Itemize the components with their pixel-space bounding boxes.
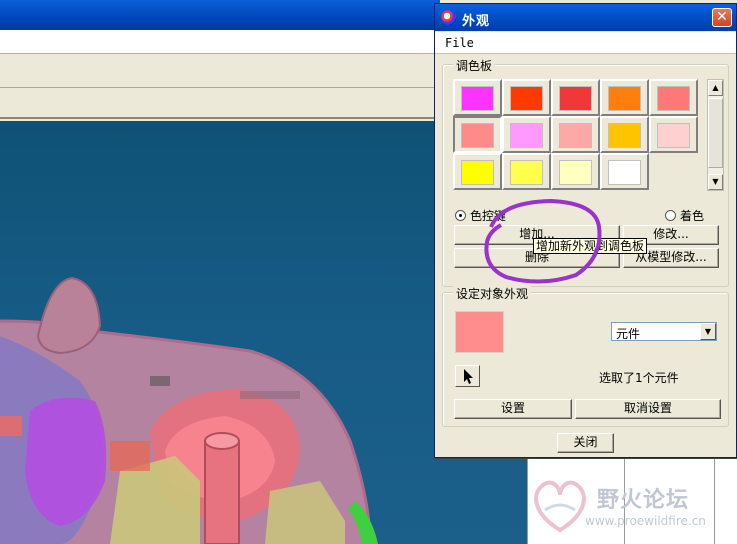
swatch-color (657, 123, 690, 148)
swatch-color (510, 123, 543, 148)
arrow-cursor-icon (464, 369, 473, 384)
watermark-logo-icon (534, 480, 586, 533)
palette-group-legend: 调色板 (453, 57, 496, 74)
swatch-color (510, 86, 543, 111)
swatch-color (461, 123, 494, 148)
palette-swatch[interactable] (502, 79, 551, 116)
menu-file[interactable]: File (445, 36, 474, 50)
swatch-color (657, 86, 690, 111)
watermark-url: www.proewildfire.cn (585, 514, 706, 528)
palette-swatch[interactable] (453, 153, 502, 190)
palette-swatch[interactable] (551, 153, 600, 190)
app-icon (441, 10, 456, 25)
palette-scrollbar[interactable]: ▲ ▼ (707, 79, 724, 191)
appearance-preview-swatch (455, 311, 504, 353)
scroll-down-icon[interactable]: ▼ (708, 174, 723, 190)
watermark-text: 野火论坛 (597, 488, 690, 513)
palette-swatch[interactable] (600, 116, 649, 153)
palette-swatch[interactable] (600, 79, 649, 116)
palette-swatch[interactable] (453, 116, 502, 153)
object-type-value: 元件 (616, 327, 641, 341)
main-toolbar-secondary (0, 89, 440, 119)
scrollbar-thumb[interactable] (708, 98, 723, 168)
close-button[interactable]: 关闭 (557, 433, 614, 453)
dropdown-arrow-icon[interactable]: ▼ (700, 323, 716, 340)
swatch-color (608, 123, 641, 148)
main-titlebar (0, 0, 440, 30)
object-type-select[interactable]: 元件 ▼ (611, 322, 717, 341)
unset-button[interactable]: 取消设置 (575, 399, 721, 419)
color-palette (453, 79, 700, 192)
selection-status: 选取了1个元件 (599, 371, 679, 385)
palette-swatch[interactable] (649, 79, 698, 116)
swatch-color (461, 160, 494, 185)
palette-swatch[interactable] (502, 116, 551, 153)
scroll-up-icon[interactable]: ▲ (708, 80, 723, 96)
watermark: 野火论坛 www.proewildfire.cn (525, 470, 735, 540)
palette-swatch[interactable] (453, 79, 502, 116)
palette-swatch[interactable] (649, 116, 698, 153)
swatch-color (559, 160, 592, 185)
close-icon[interactable]: ✕ (712, 8, 732, 27)
dialog-title: 外观 (462, 14, 491, 29)
swatch-color (559, 86, 592, 111)
palette-group: 调色板 ▲ ▼ 色控键 着色 增加... 修改... 删除 从模型修改... 增… (442, 57, 729, 287)
set-group-legend: 设定对象外观 (453, 285, 532, 302)
highlight-annotation-circle (484, 198, 602, 284)
dialog-titlebar[interactable]: 外观 ✕ (435, 4, 736, 31)
swatch-color (608, 86, 641, 111)
main-menubar (0, 30, 440, 54)
palette-swatch[interactable] (551, 116, 600, 153)
set-button[interactable]: 设置 (454, 399, 572, 419)
appearance-dialog: 外观 ✕ File 调色板 ▲ ▼ 色控键 着色 增加... 修改... 删除 … (434, 3, 737, 458)
radio-shade-label: 着色 (680, 209, 705, 223)
dialog-menubar: File (435, 32, 736, 54)
select-object-button[interactable] (455, 365, 480, 387)
swatch-color (608, 160, 641, 185)
radio-indicator (455, 210, 466, 221)
palette-swatch[interactable] (551, 79, 600, 116)
swatch-color (461, 86, 494, 111)
set-object-appearance-group: 设定对象外观 元件 ▼ 选取了1个元件 设置 取消设置 (442, 285, 729, 427)
radio-shade[interactable]: 着色 (665, 207, 704, 224)
swatch-color (559, 123, 592, 148)
palette-swatch[interactable] (502, 153, 551, 190)
swatch-color (510, 160, 543, 185)
radio-indicator (665, 210, 676, 221)
palette-swatch[interactable] (600, 153, 649, 190)
main-toolbar (0, 55, 440, 88)
